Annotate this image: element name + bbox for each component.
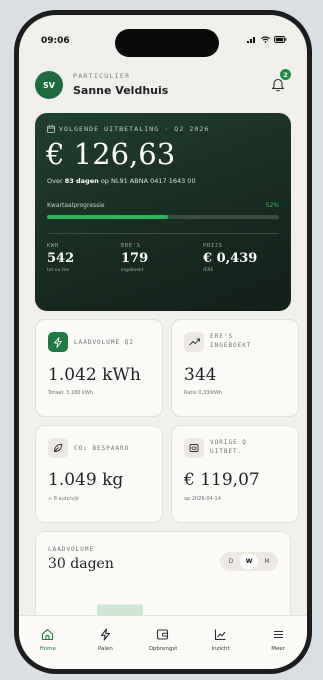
stat-eres-note: ingeboekt	[121, 268, 144, 273]
stat-kwh: KWH 542 tot nu toe	[47, 243, 74, 273]
tab-palen-label: Palen	[97, 646, 113, 652]
status-icons	[247, 36, 287, 43]
payout-sub-days: 83 dagen	[64, 177, 99, 185]
avatar[interactable]: SV	[35, 71, 63, 99]
signal-icon	[247, 37, 255, 43]
card-co2[interactable]: CO₂ BESPAARD 1.049 kg ≈ 8 auto's/jr	[35, 425, 163, 523]
notifications-button[interactable]	[271, 77, 285, 96]
progress-fill	[47, 215, 168, 219]
payout-sub-prefix: Over	[47, 177, 65, 185]
trend-icon	[184, 332, 204, 352]
stat-price-label: PRIJS	[203, 243, 223, 249]
card-co2-sub: ≈ 8 auto's/jr	[48, 496, 79, 502]
stat-price: PRIJS € 0,439 /ERE	[203, 243, 257, 273]
payout-label: VOLGENDE UITBETALING · Q2 2026	[59, 125, 210, 133]
payout-sub-iban: op NL91 ABNA 0417 1643 00	[98, 177, 196, 185]
account-name: Sanne Veldhuis	[73, 84, 169, 97]
payout-subtitle: Over 83 dagen op NL91 ABNA 0417 1643 00	[47, 177, 196, 185]
period-toggle: D W M	[220, 552, 278, 571]
period-week[interactable]: W	[240, 554, 258, 569]
card-eres-tag-line2: INGEBOEKT	[210, 342, 252, 349]
calendar-icon	[47, 125, 55, 133]
bolt-icon	[48, 332, 68, 352]
payout-card[interactable]: VOLGENDE UITBETALING · Q2 2026 € 126,63 …	[35, 113, 291, 311]
stat-eres-value: 179	[121, 251, 149, 266]
card-co2-value: 1.049 kg	[48, 470, 124, 490]
battery-icon	[274, 36, 287, 43]
tab-home-label: Home	[39, 646, 56, 652]
tab-palen[interactable]: Palen	[77, 616, 135, 669]
card-vorige-tag: VORIGE Q UITBET.	[210, 438, 247, 456]
period-month[interactable]: M	[258, 554, 276, 569]
chart-title: 30 dagen	[48, 556, 114, 572]
progress-percent: 52%	[265, 202, 279, 209]
card-vorige-tag-line2: UITBET.	[210, 448, 243, 455]
card-eres[interactable]: ERE'S INGEBOEKT 344 Ratio 0,33/kWh	[171, 319, 299, 417]
card-laadvolume-value: 1.042 kWh	[48, 365, 141, 385]
tab-opbrengst-label: Opbrengst	[148, 646, 178, 652]
payout-label-row: VOLGENDE UITBETALING · Q2 2026	[47, 125, 209, 133]
status-time: 09:06	[41, 36, 70, 46]
payout-amount: € 126,63	[46, 137, 176, 171]
phone-frame: 09:06 SV PARTICULIER Sanne Veldhuis 2 VO…	[14, 10, 312, 674]
card-co2-tag: CO₂ BESPAARD	[74, 445, 130, 452]
app-header: SV PARTICULIER Sanne Veldhuis 2	[35, 67, 291, 103]
chart-icon	[215, 629, 226, 641]
card-eres-value: 344	[184, 365, 217, 385]
dynamic-island	[115, 29, 219, 57]
leaf-icon	[48, 438, 68, 458]
home-icon	[42, 628, 54, 641]
account-type-label: PARTICULIER	[73, 72, 131, 80]
stat-kwh-value: 542	[47, 251, 75, 266]
progress-bar	[47, 215, 279, 219]
tab-meer-label: Meer	[271, 646, 286, 652]
card-vorige-q[interactable]: VORIGE Q UITBET. € 119,07 op 2026-04-14	[171, 425, 299, 523]
stat-eres-label: ERE'S	[121, 243, 141, 249]
card-laadvolume-sub: Totaal: 3.180 kWh	[48, 390, 93, 396]
tab-opbrengst[interactable]: Opbrengst	[134, 616, 192, 669]
card-eres-sub: Ratio 0,33/kWh	[184, 390, 223, 396]
card-vorige-value: € 119,07	[184, 470, 260, 490]
stat-price-value: € 0,439	[203, 251, 258, 266]
bottom-tab-bar: Home Palen Opbrengst Inzicht Meer	[19, 615, 307, 669]
chart-tag: LAADVOLUME	[48, 546, 95, 553]
card-vorige-tag-line1: VORIGE Q	[210, 439, 247, 446]
bolt-icon	[100, 628, 110, 641]
card-eres-tag: ERE'S INGEBOEKT	[210, 332, 252, 350]
tab-inzicht-label: Inzicht	[211, 646, 230, 652]
card-vorige-sub: op 2026-04-14	[184, 496, 221, 502]
stat-kwh-note: tot nu toe	[47, 268, 70, 273]
notification-badge: 2	[280, 69, 291, 80]
stat-price-note: /ERE	[203, 268, 214, 273]
tab-inzicht[interactable]: Inzicht	[192, 616, 250, 669]
progress-label: Kwartaalprogressie	[47, 202, 105, 209]
period-day[interactable]: D	[222, 554, 240, 569]
wallet-icon	[184, 438, 204, 458]
payout-divider	[47, 233, 279, 234]
tab-meer[interactable]: Meer	[249, 616, 307, 669]
stat-kwh-label: KWH	[47, 243, 59, 249]
tab-home[interactable]: Home	[19, 616, 77, 669]
stat-eres: ERE'S 179 ingeboekt	[121, 243, 148, 273]
wifi-icon	[261, 36, 270, 43]
menu-icon	[273, 630, 283, 639]
wallet-icon	[157, 629, 169, 640]
status-bar: 09:06	[19, 15, 307, 57]
app-screen: 09:06 SV PARTICULIER Sanne Veldhuis 2 VO…	[19, 15, 307, 669]
card-laadvolume[interactable]: LAADVOLUME Q2 1.042 kWh Totaal: 3.180 kW…	[35, 319, 163, 417]
card-eres-tag-line1: ERE'S	[210, 333, 234, 340]
card-laadvolume-tag: LAADVOLUME Q2	[74, 339, 134, 346]
